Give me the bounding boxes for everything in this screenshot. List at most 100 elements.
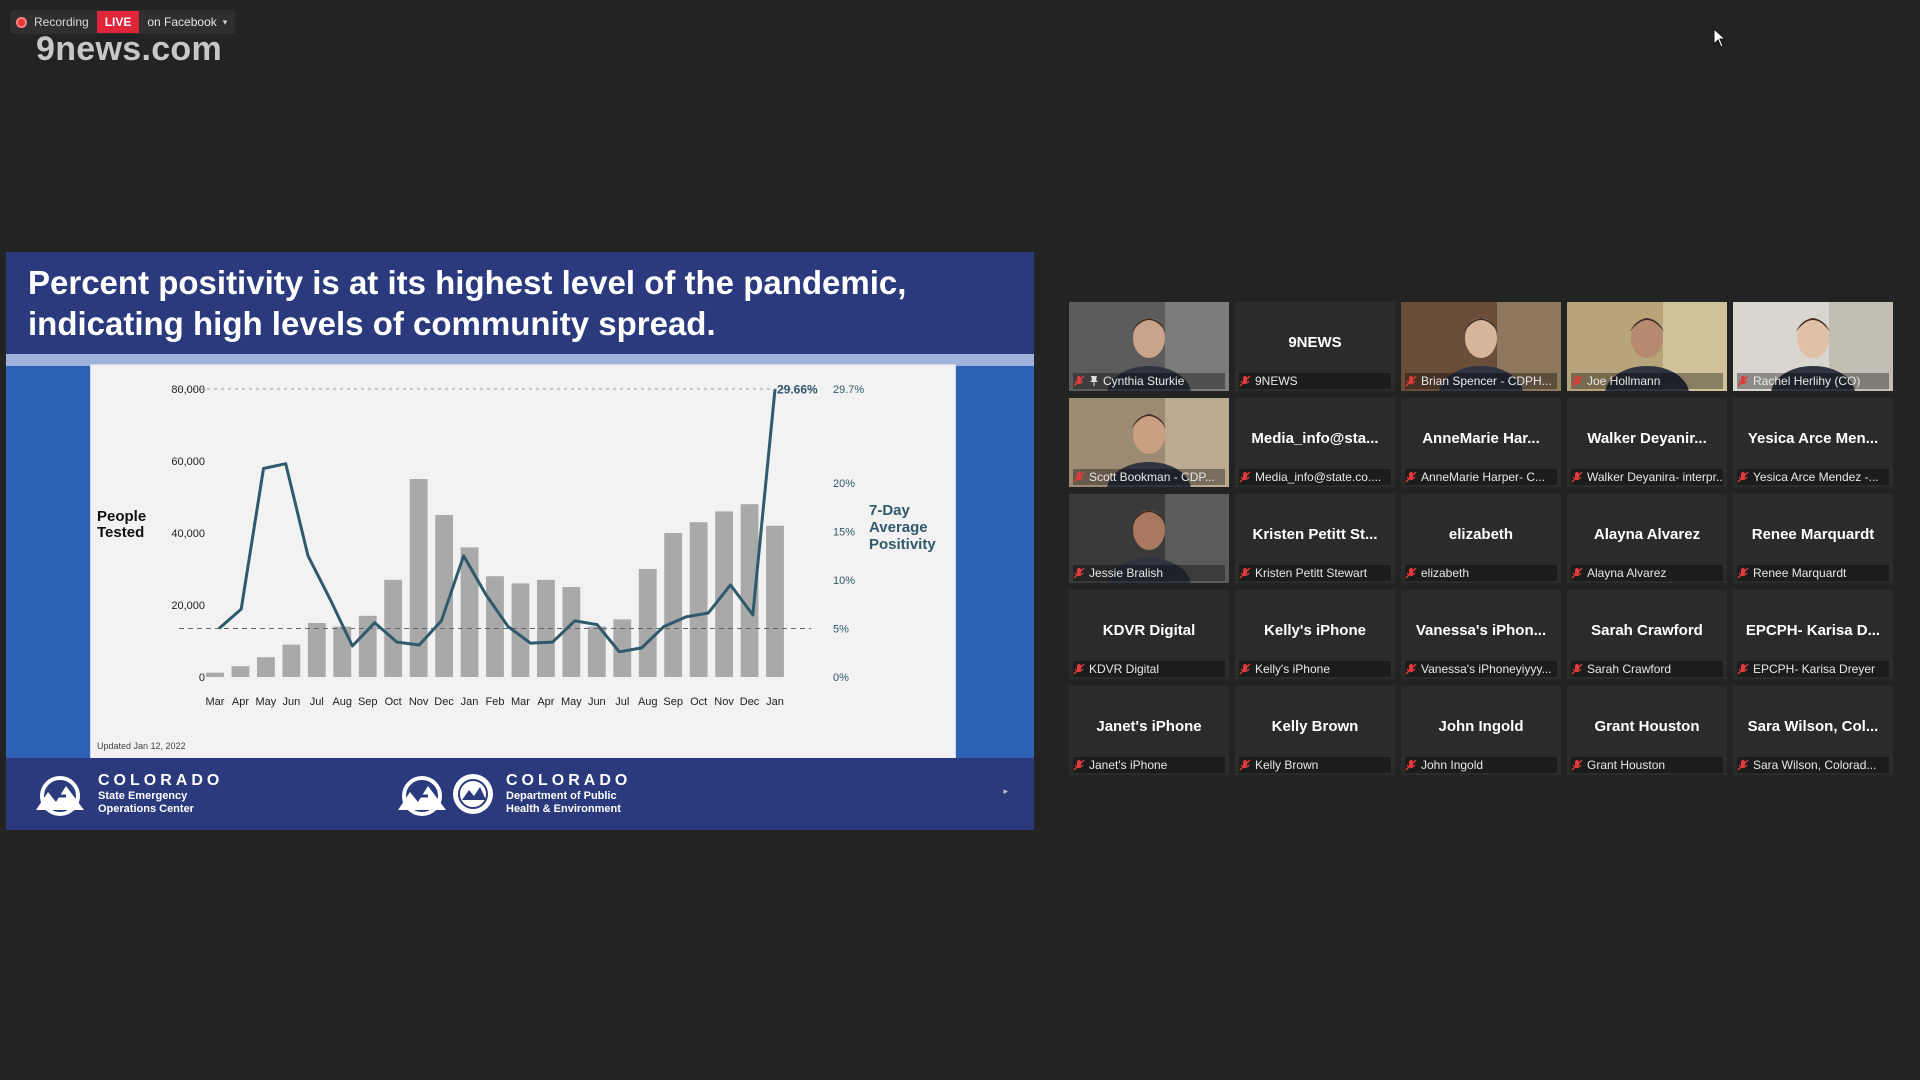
mic-muted-icon (1737, 471, 1749, 483)
mic-muted-icon (1239, 759, 1251, 771)
x-axis-tick-label: Nov (714, 696, 734, 708)
participant-tile[interactable]: Sara Wilson, Col... Sara Wilson, Colorad.… (1733, 686, 1893, 775)
x-axis-tick-label: May (561, 696, 582, 708)
participant-tile[interactable]: Kelly's iPhone Kelly's iPhone (1235, 590, 1395, 679)
participant-nameplate: Media_info@state.co.... (1239, 469, 1391, 485)
participant-display-name: Yesica Arce Men... (1747, 430, 1879, 447)
participant-display-name: Sarah Crawford (1591, 622, 1703, 639)
x-axis-tick-label: Sep (663, 696, 683, 708)
participant-display-name: Grant Houston (1594, 718, 1700, 735)
participant-tile[interactable]: Joe Hollmann (1567, 302, 1727, 391)
left-axis-tick-label: 20,000 (171, 600, 205, 612)
participant-tile[interactable]: Jessie Bralish (1069, 494, 1229, 583)
mic-muted-icon (1405, 663, 1417, 675)
people-tested-bar (664, 533, 683, 677)
x-axis-tick-label: May (256, 696, 277, 708)
x-axis-tick-label: Nov (409, 696, 429, 708)
cdphe-subtitle-line2: Health & Environment (506, 803, 621, 815)
mic-muted-icon (1571, 567, 1583, 579)
participant-nameplate: Yesica Arce Mendez -... (1737, 469, 1889, 485)
participant-tile[interactable]: Alayna Alvarez Alayna Alvarez (1567, 494, 1727, 583)
participant-name-label: Alayna Alvarez (1587, 566, 1667, 580)
participant-nameplate: Walker Deyanira- interpr... (1571, 469, 1723, 485)
people-tested-bar (206, 672, 224, 677)
participant-name-label: EPCPH- Karisa Dreyer (1753, 662, 1876, 676)
x-axis-tick-label: Jun (588, 696, 606, 708)
participant-tile[interactable]: Rachel Herlihy (CO) (1733, 302, 1893, 391)
x-axis-tick-label: Jul (310, 696, 324, 708)
right-axis-tick-label: 0% (833, 672, 849, 684)
participant-nameplate: Scott Bookman - CDP... (1073, 469, 1225, 485)
mic-muted-icon (1405, 567, 1417, 579)
participant-tile[interactable]: Vanessa's iPhon... Vanessa's iPhoneyiyyy.… (1401, 590, 1561, 679)
participant-tile[interactable]: Scott Bookman - CDP... (1069, 398, 1229, 487)
participant-tile[interactable]: EPCPH- Karisa D... EPCPH- Karisa Dreyer (1733, 590, 1893, 679)
participant-tile[interactable]: Kristen Petitt St... Kristen Petitt Stewa… (1235, 494, 1395, 583)
chart-panel: 80,000 60,000 40,000 20,000 0 29.7% 20% 15% 10%… (90, 364, 956, 760)
people-tested-bar (231, 666, 250, 677)
caret-down-icon[interactable]: ▾ (223, 17, 228, 28)
participant-tile[interactable]: Yesica Arce Men... Yesica Arce Mendez -..… (1733, 398, 1893, 487)
right-axis-tick-label: 10% (833, 575, 855, 587)
left-axis-tick-label: 40,000 (171, 528, 205, 540)
slide-header: Percent positivity is at its highest lev… (6, 252, 1034, 352)
participant-name-label: elizabeth (1421, 566, 1470, 580)
participant-name-label: Jessie Bralish (1089, 566, 1164, 580)
x-axis-tick-label: Dec (434, 696, 454, 708)
participant-name-label: Cynthia Sturkie (1103, 374, 1185, 388)
left-axis-tick-label: 0 (199, 672, 205, 684)
participant-display-name: Kristen Petitt St... (1252, 526, 1378, 543)
participant-display-name: 9NEWS (1288, 334, 1342, 351)
participant-display-name: Media_info@sta... (1251, 430, 1379, 447)
participant-name-label: Kristen Petitt Stewart (1255, 566, 1368, 580)
shared-screen-slide: Percent positivity is at its highest lev… (6, 252, 1034, 830)
participant-nameplate: Alayna Alvarez (1571, 565, 1723, 581)
participant-display-name: Renee Marquardt (1751, 526, 1875, 543)
peak-value-label: 29.66% (777, 382, 818, 396)
participant-tile[interactable]: Media_info@sta... Media_info@state.co.... (1235, 398, 1395, 487)
participant-name-label: Renee Marquardt (1753, 566, 1847, 580)
participant-tile[interactable]: AnneMarie Har... AnneMarie Harper- C... (1401, 398, 1561, 487)
participant-tile[interactable]: KDVR Digital KDVR Digital (1069, 590, 1229, 679)
participant-nameplate: Joe Hollmann (1571, 373, 1723, 389)
participant-tile[interactable]: 9NEWS 9NEWS (1235, 302, 1395, 391)
participant-name-label: 9NEWS (1255, 374, 1298, 388)
x-axis-tick-label: Jan (766, 696, 784, 708)
participant-name-label: Janet's iPhone (1089, 758, 1168, 772)
record-dot-icon (16, 16, 27, 28)
participant-display-name: John Ingold (1438, 718, 1524, 735)
participant-tile[interactable]: Brian Spencer - CDPH... (1401, 302, 1561, 391)
pin-icon (1090, 376, 1098, 386)
participant-nameplate: Grant Houston (1571, 757, 1723, 773)
x-axis-tick-label: Feb (486, 696, 505, 708)
right-axis-tick-label: 20% (833, 478, 855, 490)
participant-tile[interactable]: elizabeth elizabeth (1401, 494, 1561, 583)
participant-display-name: Janet's iPhone (1096, 718, 1202, 735)
participant-tile[interactable]: Grant Houston Grant Houston (1567, 686, 1727, 775)
participant-nameplate: 9NEWS (1239, 373, 1391, 389)
mic-muted-icon (1737, 567, 1749, 579)
right-axis-title-line1: 7-Day (869, 502, 911, 519)
participant-nameplate: Jessie Bralish (1073, 565, 1225, 581)
participant-tile[interactable]: Sarah Crawford Sarah Crawford (1567, 590, 1727, 679)
participant-tile[interactable]: Janet's iPhone Janet's iPhone (1069, 686, 1229, 775)
participant-display-name: Alayna Alvarez (1593, 526, 1701, 543)
participant-nameplate: KDVR Digital (1073, 661, 1225, 677)
people-tested-bar (689, 522, 708, 677)
seoc-logo: COLORADO State Emergency Operations Cent… (32, 770, 223, 818)
mic-muted-icon (1737, 375, 1749, 387)
participant-name-label: John Ingold (1421, 758, 1484, 772)
participant-tile[interactable]: John Ingold John Ingold (1401, 686, 1561, 775)
participant-display-name: Walker Deyanir... (1587, 430, 1707, 447)
participant-tile[interactable]: Renee Marquardt Renee Marquardt (1733, 494, 1893, 583)
participant-tile[interactable]: Walker Deyanir... Walker Deyanira- interp… (1567, 398, 1727, 487)
mouse-pointer-icon (1713, 28, 1727, 48)
participant-name-label: Kelly Brown (1255, 758, 1319, 772)
participant-tile[interactable]: Cynthia Sturkie (1069, 302, 1229, 391)
participant-tile[interactable]: Kelly Brown Kelly Brown (1235, 686, 1395, 775)
participant-nameplate: Rachel Herlihy (CO) (1737, 373, 1889, 389)
x-axis-tick-label: Aug (332, 696, 352, 708)
x-axis-tick-label: Oct (385, 696, 402, 708)
live-platform-label[interactable]: on Facebook (147, 15, 216, 29)
slide-title: Percent positivity is at its highest lev… (28, 264, 907, 342)
